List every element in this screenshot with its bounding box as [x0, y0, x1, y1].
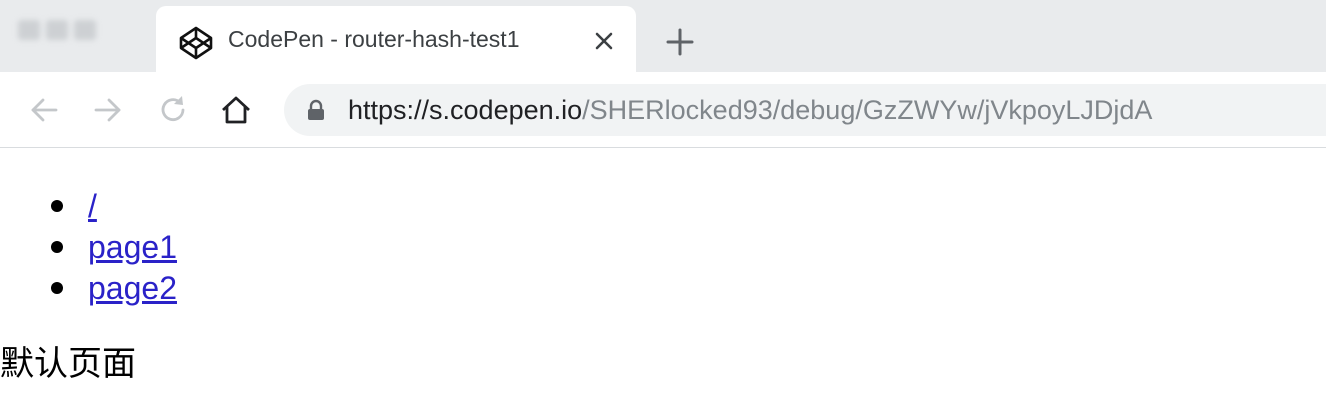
codepen-icon: [179, 26, 213, 60]
list-item: /: [48, 186, 177, 227]
address-bar[interactable]: https://s.codepen.io/SHERlocked93/debug/…: [284, 84, 1326, 136]
default-page-text: 默认页面: [0, 344, 136, 384]
bullet: [51, 200, 63, 212]
close-tab-icon[interactable]: [590, 27, 618, 55]
blurred-tab[interactable]: [18, 20, 134, 50]
url-host: https://s.codepen.io: [348, 95, 583, 125]
lock-icon: [308, 99, 324, 120]
toolbar: https://s.codepen.io/SHERlocked93/debug/…: [0, 72, 1326, 148]
url-text[interactable]: https://s.codepen.io/SHERlocked93/debug/…: [348, 95, 1152, 126]
reload-icon[interactable]: [155, 92, 191, 128]
back-arrow-icon[interactable]: [26, 92, 62, 128]
tab-title: CodePen - router-hash-test1: [228, 26, 520, 52]
url-path: /SHERlocked93/debug/GzZWYw/jVkpoyLJDjdA: [582, 95, 1153, 125]
nav-link-list: / page1 page2: [48, 186, 177, 309]
link-root[interactable]: /: [88, 188, 97, 224]
new-tab-plus-icon[interactable]: [662, 24, 698, 60]
active-tab[interactable]: CodePen - router-hash-test1: [156, 6, 636, 72]
tab-strip: CodePen - router-hash-test1: [0, 0, 1326, 72]
forward-arrow-icon[interactable]: [90, 92, 126, 128]
browser-window: CodePen - router-hash-test1 https://s.co…: [0, 0, 1326, 408]
bullet: [51, 282, 63, 294]
list-item: page2: [48, 268, 177, 309]
bullet: [51, 241, 63, 253]
link-page1[interactable]: page1: [88, 229, 177, 265]
home-icon[interactable]: [218, 92, 254, 128]
link-page2[interactable]: page2: [88, 270, 177, 306]
list-item: page1: [48, 227, 177, 268]
page-content: / page1 page2 默认页面: [0, 148, 1326, 408]
